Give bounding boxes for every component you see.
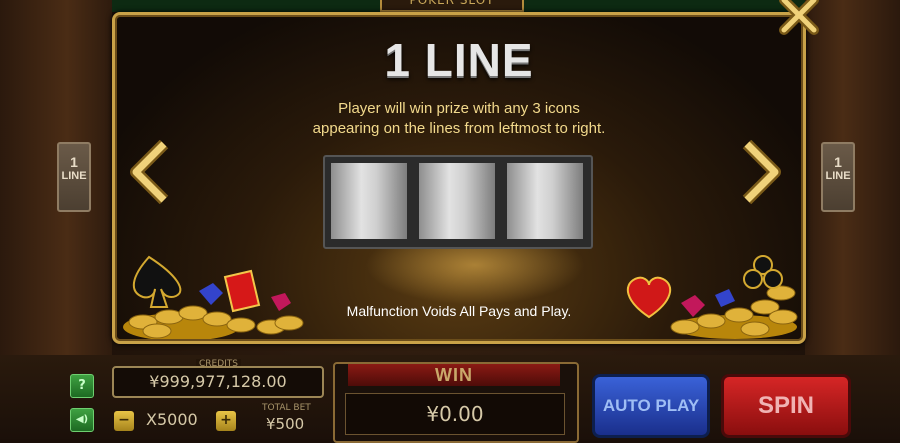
side-tab-label: LINE: [61, 170, 87, 182]
description-line: appearing on the lines from leftmost to …: [312, 120, 606, 137]
reel-3: [507, 163, 583, 239]
reel-1: [331, 163, 407, 239]
side-tab-left[interactable]: 1 LINE: [57, 142, 91, 212]
total-bet-value: ¥500: [266, 415, 305, 433]
win-label: WIN: [348, 364, 560, 386]
close-icon[interactable]: [778, 0, 820, 36]
side-tab-number: 1: [70, 154, 78, 170]
credits-value: ¥999,977,128.00: [112, 366, 324, 398]
reel-window: [323, 155, 593, 249]
chevron-left-icon[interactable]: [128, 140, 172, 204]
description: Player will win prize with any 3 icons a…: [115, 99, 803, 139]
side-tab-label: LINE: [825, 170, 851, 182]
bet-decrease-button[interactable]: −: [114, 411, 134, 431]
total-bet-label: TOTAL BET: [262, 403, 311, 413]
chevron-right-icon[interactable]: [739, 140, 783, 204]
reel-2: [419, 163, 495, 239]
coins-cards-right-icon: [626, 255, 798, 339]
page-title: 1 LINE: [384, 34, 534, 86]
spin-button[interactable]: SPIN: [721, 374, 851, 438]
coins-cards-left-icon: [123, 255, 304, 339]
bet-increase-button[interactable]: +: [216, 411, 236, 431]
auto-play-button[interactable]: AUTO PLAY: [592, 374, 710, 438]
bet-multiplier: X5000: [146, 410, 198, 429]
wood-frame-left: [0, 0, 112, 360]
game-title: POKER SLOT: [380, 0, 524, 12]
help-button[interactable]: ?: [70, 374, 94, 398]
sound-button[interactable]: ◀): [70, 408, 94, 432]
description-line: Player will win prize with any 3 icons: [338, 100, 580, 117]
win-value: ¥0.00: [345, 393, 565, 435]
side-tab-number: 1: [834, 154, 842, 170]
paytable-panel: 1 LINE Player will win prize with any 3 …: [112, 12, 806, 344]
side-tab-right[interactable]: 1 LINE: [821, 142, 855, 212]
